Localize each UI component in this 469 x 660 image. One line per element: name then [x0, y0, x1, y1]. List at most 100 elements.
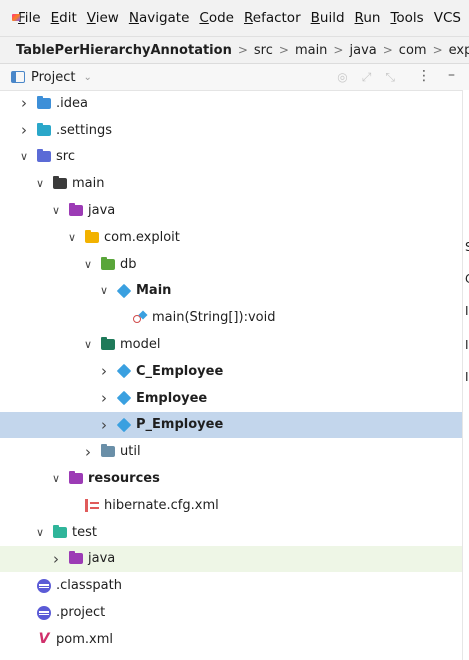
breadcrumb-item[interactable]: src: [254, 43, 273, 58]
chevron-down-icon[interactable]: ∨: [32, 177, 48, 190]
tree-item-label: .project: [56, 605, 106, 621]
method-icon: [132, 310, 148, 326]
menu-run[interactable]: Run: [355, 10, 381, 26]
tree-row[interactable]: ∨ resources: [0, 465, 462, 492]
tree-item-label: .settings: [56, 122, 112, 138]
breadcrumb-separator: >: [432, 43, 443, 57]
package-icon: [100, 256, 116, 272]
tree-item-label: model: [120, 337, 161, 353]
chevron-right-icon[interactable]: ›: [96, 416, 112, 434]
tree-row[interactable]: ∨ src: [0, 144, 462, 171]
collapse-all-icon[interactable]: ⤡: [385, 70, 395, 85]
locate-icon[interactable]: ◎: [337, 70, 347, 85]
class-icon: [116, 283, 132, 299]
source-folder-icon: [36, 149, 52, 165]
chevron-down-icon[interactable]: ∨: [64, 231, 80, 244]
breadcrumb-item[interactable]: com: [399, 43, 427, 58]
chevron-down-icon[interactable]: ∨: [32, 526, 48, 539]
class-icon: [116, 390, 132, 406]
tree-item-label: main: [72, 176, 105, 192]
tree-row[interactable]: ›hibernate.cfg.xml: [0, 492, 462, 519]
breadcrumb-item[interactable]: java: [349, 43, 376, 58]
tree-row[interactable]: ∨ db: [0, 251, 462, 278]
breadcrumb: TablePerHierarchyAnnotation > src > main > jav…: [0, 36, 469, 64]
toolwindow-title[interactable]: Project: [31, 70, 75, 85]
tree-row[interactable]: ∨ model: [0, 331, 462, 358]
tree-row[interactable]: ∨ main: [0, 170, 462, 197]
menu-edit[interactable]: Edit: [51, 10, 77, 26]
idea-folder-icon: [36, 95, 52, 111]
tree-row[interactable]: › java: [0, 545, 462, 573]
breadcrumb-separator: >: [333, 43, 344, 57]
menu-bar: File Edit View Navigate Code Refactor Build Run…: [0, 0, 469, 36]
chevron-down-icon[interactable]: ∨: [80, 258, 96, 271]
chevron-right-icon[interactable]: ›: [16, 94, 32, 112]
chevron-right-icon[interactable]: ›: [16, 121, 32, 139]
resources-folder-icon: [68, 471, 84, 487]
tree-row[interactable]: › P_Employee: [0, 411, 462, 439]
menu-file[interactable]: File: [18, 10, 41, 26]
tree-row[interactable]: › .idea: [0, 90, 462, 117]
tree-row[interactable]: ∨ java: [0, 197, 462, 224]
expand-all-icon[interactable]: ⤢: [362, 70, 372, 85]
editor-clipped-text: I: [465, 370, 469, 384]
project-icon: [11, 71, 25, 83]
xml-file-icon: [84, 497, 100, 513]
chevron-right-icon[interactable]: ›: [80, 443, 96, 461]
tree-row[interactable]: ∨ com.exploit: [0, 224, 462, 251]
options-menu-icon[interactable]: ⋮: [417, 68, 431, 84]
chevron-down-icon[interactable]: ∨: [16, 150, 32, 163]
chevron-down-icon[interactable]: ∨: [80, 338, 96, 351]
menu-refactor[interactable]: Refactor: [244, 10, 301, 26]
menu-code[interactable]: Code: [199, 10, 234, 26]
chevron-down-icon[interactable]: ⌄: [83, 72, 91, 83]
chevron-down-icon[interactable]: ∨: [96, 284, 112, 297]
tree-item-label: C_Employee: [136, 363, 224, 379]
package-folder-icon: [84, 229, 100, 245]
eclipse-file-icon: [36, 605, 52, 621]
tree-row[interactable]: ›.classpath: [0, 572, 462, 599]
menu-build[interactable]: Build: [311, 10, 345, 26]
menu-tools[interactable]: Tools: [390, 10, 423, 26]
tree-row[interactable]: › util: [0, 438, 462, 465]
chevron-right-icon[interactable]: ›: [96, 389, 112, 407]
tree-row[interactable]: › Employee: [0, 385, 462, 412]
tree-item-label: Main: [136, 283, 172, 299]
tree-row[interactable]: ∨ Main: [0, 278, 462, 305]
java-source-folder-icon: [68, 551, 84, 567]
chevron-right-icon[interactable]: ›: [96, 362, 112, 380]
tree-row[interactable]: › C_Employee: [0, 358, 462, 385]
maven-file-icon: V: [38, 631, 50, 648]
tree-item-label: test: [72, 524, 97, 540]
chevron-right-icon[interactable]: ›: [48, 550, 64, 568]
menu-navigate[interactable]: Navigate: [129, 10, 190, 26]
test-folder-icon: [52, 524, 68, 540]
editor-clipped-text: S: [465, 240, 469, 254]
minimize-icon[interactable]: –: [448, 67, 455, 83]
breadcrumb-item[interactable]: exploit: [449, 43, 469, 58]
tree-row[interactable]: ›main(String[]):void: [0, 304, 462, 331]
tree-item-label: P_Employee: [136, 417, 224, 433]
menu-view[interactable]: View: [87, 10, 119, 26]
chevron-down-icon[interactable]: ∨: [48, 204, 64, 217]
package-icon: [100, 337, 116, 353]
tree-item-label: resources: [88, 471, 160, 487]
breadcrumb-separator: >: [237, 43, 248, 57]
tree-row[interactable]: ›.project: [0, 599, 462, 626]
tree-item-label: Employee: [136, 390, 208, 406]
tree-row[interactable]: › .settings: [0, 117, 462, 144]
tree-item-label: hibernate.cfg.xml: [104, 497, 219, 513]
class-icon: [116, 363, 132, 379]
breadcrumb-item[interactable]: TablePerHierarchyAnnotation: [16, 43, 232, 58]
editor-clipped-text: I: [465, 338, 469, 352]
chevron-down-icon[interactable]: ∨: [48, 472, 64, 485]
tree-row[interactable]: ∨ test: [0, 519, 462, 546]
breadcrumb-item[interactable]: main: [295, 43, 327, 58]
tree-row[interactable]: ›Vpom.xml: [0, 626, 462, 653]
folder-icon: [52, 176, 68, 192]
menu-vcs[interactable]: VCS: [434, 10, 461, 26]
tree-item-label: .classpath: [56, 578, 122, 594]
menu-items: File Edit View Navigate Code Refactor Build Run…: [18, 10, 469, 26]
tree-item-label: main(String[]):void: [152, 310, 276, 326]
breadcrumb-separator: >: [278, 43, 289, 57]
